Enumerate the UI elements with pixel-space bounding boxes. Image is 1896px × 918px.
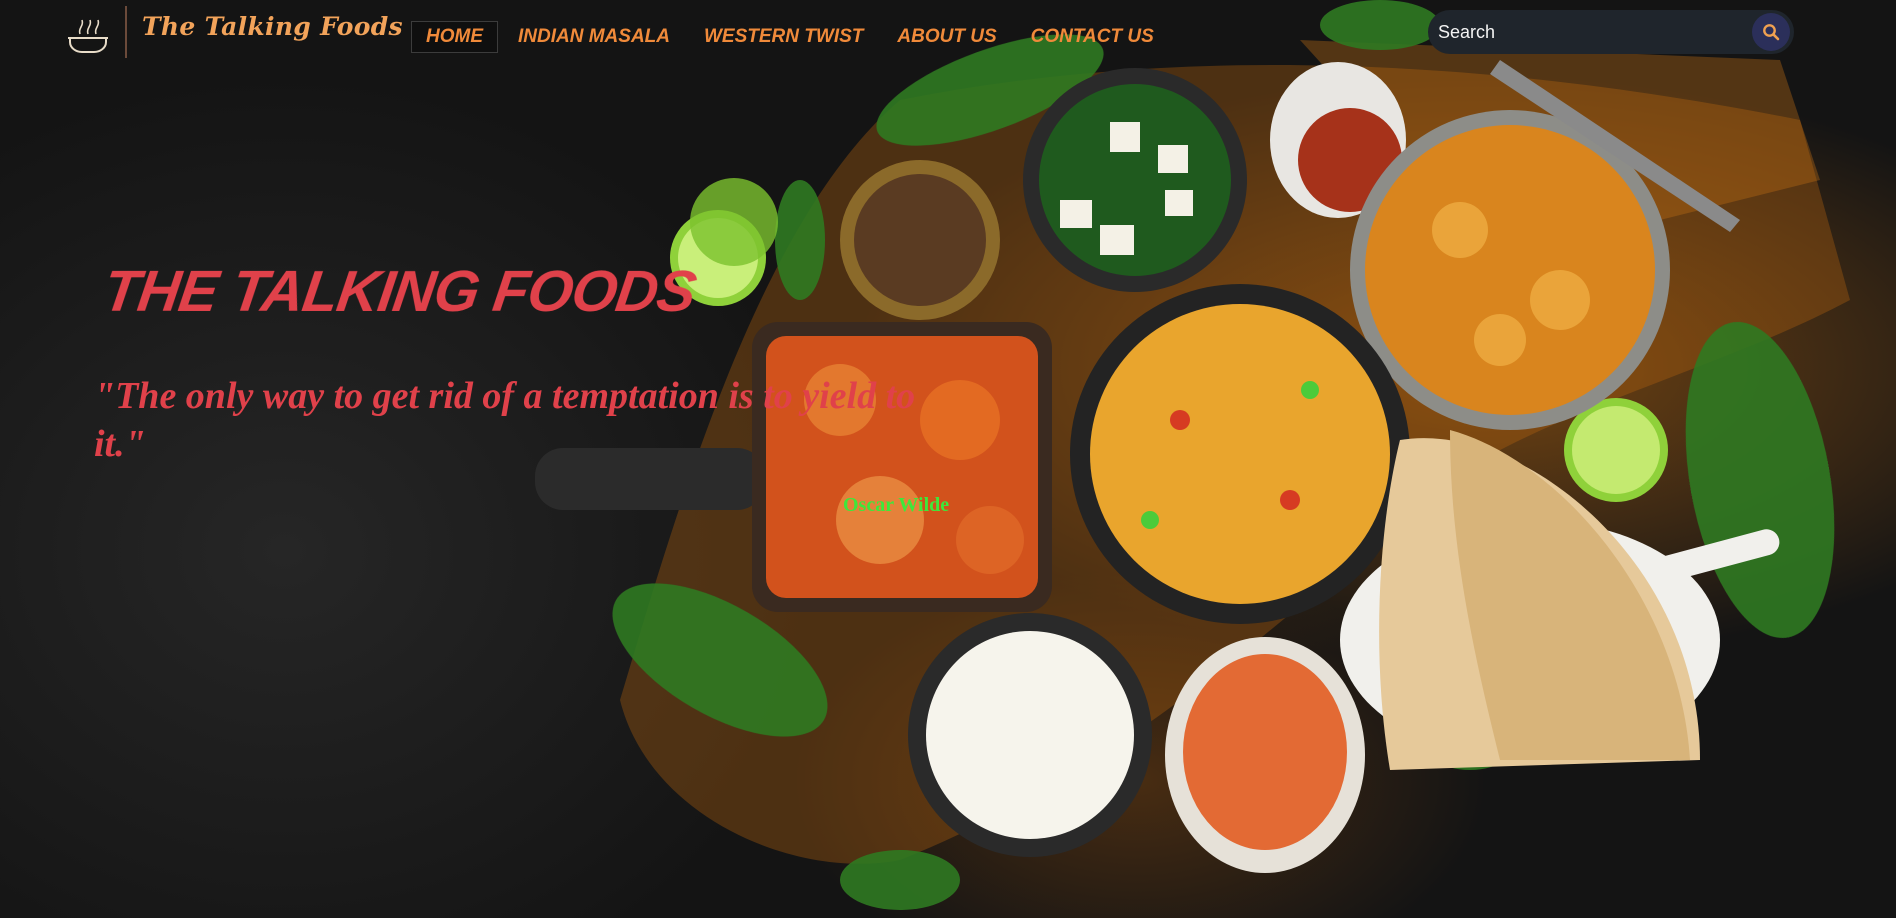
- nav-indian-masala[interactable]: INDIAN MASALA: [504, 22, 684, 52]
- search-bar: [1428, 10, 1794, 54]
- search-input[interactable]: [1438, 21, 1748, 43]
- quote-author: Oscar Wilde: [843, 494, 950, 516]
- hero-quote: "The only way to get rid of a temptation…: [94, 375, 916, 465]
- brand-name[interactable]: The Talking Foods: [142, 12, 403, 41]
- main-navigation: HOME INDIAN MASALA WESTERN TWIST ABOUT U…: [411, 21, 1174, 53]
- search-button[interactable]: [1752, 13, 1790, 51]
- cooking-pot-icon[interactable]: [66, 14, 110, 56]
- nav-western-twist[interactable]: WESTERN TWIST: [690, 22, 877, 52]
- nav-contact-us[interactable]: CONTACT US: [1017, 22, 1168, 52]
- nav-about-us[interactable]: ABOUT US: [883, 22, 1010, 52]
- logo-divider: [125, 6, 127, 58]
- search-icon: [1763, 24, 1780, 41]
- hero-title: THE TALKING FOODS: [99, 259, 700, 324]
- nav-home[interactable]: HOME: [411, 21, 498, 53]
